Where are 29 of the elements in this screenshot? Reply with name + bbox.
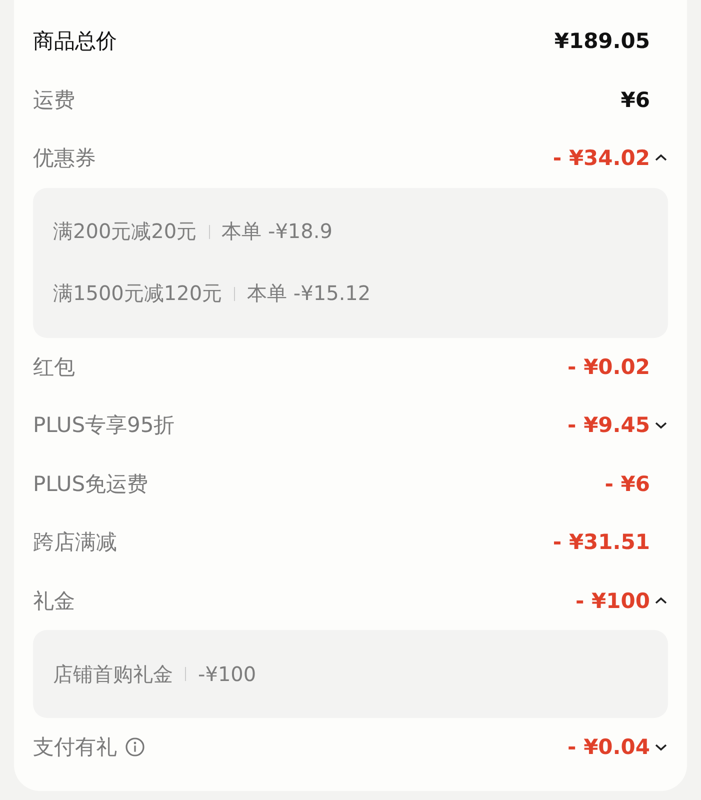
amount-value: - ¥31.51 bbox=[552, 530, 650, 554]
caret-up-icon[interactable] bbox=[654, 596, 668, 606]
caret-down-icon[interactable] bbox=[654, 742, 668, 752]
discount-name: 店铺首购礼金 bbox=[53, 660, 173, 688]
fee-label: PLUS免运费 bbox=[33, 470, 148, 498]
fee-label: 支付有礼 bbox=[33, 734, 117, 762]
fee-label: 红包 bbox=[33, 354, 75, 381]
amount-value: - ¥100 bbox=[576, 588, 650, 613]
discount-value: -¥100 bbox=[198, 662, 256, 686]
amount-value: - ¥6 bbox=[604, 472, 650, 496]
discount-value: 本单 -¥18.9 bbox=[222, 218, 332, 245]
fee-label: 礼金 bbox=[33, 588, 75, 615]
discount-name: 满1500元减120元 bbox=[53, 280, 222, 307]
amount-value: - ¥0.04 bbox=[568, 735, 650, 760]
info-icon[interactable] bbox=[125, 737, 145, 758]
fee-label: 优惠券 bbox=[33, 145, 96, 172]
caret-up-icon[interactable] bbox=[654, 153, 668, 164]
amount-value: - ¥9.45 bbox=[568, 413, 650, 438]
amount-value: ¥189.05 bbox=[554, 29, 650, 54]
amount-value: ¥6 bbox=[620, 88, 650, 112]
amount-value: - ¥34.02 bbox=[552, 146, 650, 170]
discount-name: 满200元减20元 bbox=[53, 218, 197, 245]
fee-label: 跨店满减 bbox=[33, 529, 117, 556]
fee-label: PLUS专享95折 bbox=[33, 412, 175, 440]
fee-label: 商品总价 bbox=[33, 28, 117, 56]
fee-label: 运费 bbox=[33, 86, 75, 114]
caret-down-icon[interactable] bbox=[654, 420, 668, 430]
amount-value: - ¥0.02 bbox=[568, 354, 650, 379]
discount-value: 本单 -¥15.12 bbox=[247, 280, 371, 307]
